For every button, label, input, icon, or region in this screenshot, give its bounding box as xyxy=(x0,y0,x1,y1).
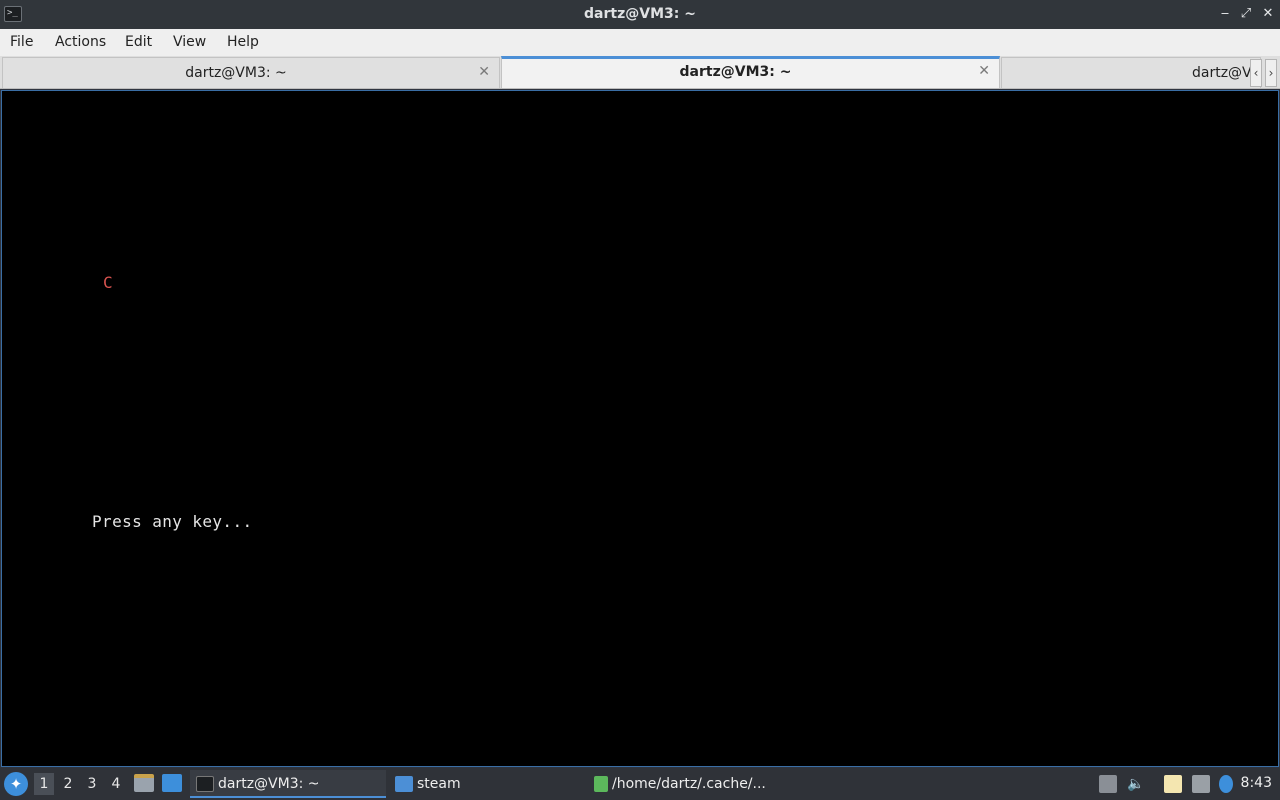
terminal-glyph: C xyxy=(103,273,113,292)
folder-icon xyxy=(395,776,413,792)
workspace-2[interactable]: 2 xyxy=(58,773,78,795)
task-archive[interactable]: /home/dartz/.cache/... xyxy=(588,770,788,798)
clock[interactable]: 8:43 xyxy=(1241,775,1272,791)
tab-scroll-right-button[interactable]: › xyxy=(1265,59,1277,87)
minimize-button[interactable]: ‒ xyxy=(1216,5,1234,23)
show-desktop-icon[interactable] xyxy=(162,774,182,792)
window-title: dartz@VM3: ~ xyxy=(584,6,696,22)
task-terminal[interactable]: dartz@VM3: ~ xyxy=(190,770,386,798)
tab-scroll-left-button[interactable]: ‹ xyxy=(1250,59,1262,87)
workspace-3[interactable]: 3 xyxy=(82,773,102,795)
task-steam[interactable]: steam xyxy=(389,770,585,798)
workspace-4[interactable]: 4 xyxy=(106,773,126,795)
tab-label: dartz@VM3: ~ xyxy=(185,65,287,81)
file-manager-launcher-icon[interactable] xyxy=(134,774,154,792)
menubar: File Actions Edit View Help xyxy=(0,29,1280,56)
menu-help[interactable]: Help xyxy=(227,34,259,50)
tab-close-icon[interactable]: ✕ xyxy=(478,64,490,80)
close-window-button[interactable]: ✕ xyxy=(1259,5,1277,23)
notification-icon[interactable] xyxy=(1219,775,1233,793)
clipboard-icon[interactable] xyxy=(1164,775,1182,793)
task-label: steam xyxy=(417,776,461,792)
archive-icon xyxy=(594,776,608,792)
tab-1[interactable]: dartz@VM3: ~ ✕ xyxy=(2,57,500,88)
tab-label: dartz@VM3: ~ xyxy=(679,64,792,80)
tray-hide-icon[interactable] xyxy=(1099,775,1117,793)
tab-3[interactable]: dartz@V xyxy=(1001,57,1261,88)
maximize-button[interactable]: ⤢ xyxy=(1237,5,1255,23)
start-menu-icon[interactable]: ✦ xyxy=(4,772,28,796)
terminal-icon xyxy=(196,776,214,792)
menu-actions[interactable]: Actions xyxy=(55,34,106,50)
terminal-view[interactable]: C Press any key... xyxy=(1,90,1279,767)
tab-bar: dartz@VM3: ~ ✕ dartz@VM3: ~ ✕ dartz@V xyxy=(0,56,1280,89)
tab-2[interactable]: dartz@VM3: ~ ✕ xyxy=(501,56,1000,88)
task-label: dartz@VM3: ~ xyxy=(218,776,320,792)
menu-file[interactable]: File xyxy=(10,34,33,50)
tab-close-icon[interactable]: ✕ xyxy=(978,63,990,79)
taskbar: ✦ 1 2 3 4 dartz@VM3: ~ steam /home/dartz… xyxy=(0,768,1280,800)
network-icon[interactable] xyxy=(1192,775,1210,793)
window-titlebar[interactable]: >_ dartz@VM3: ~ ‒ ⤢ ✕ xyxy=(0,0,1280,29)
workspace-1[interactable]: 1 xyxy=(34,773,54,795)
tab-label: dartz@V xyxy=(1192,65,1252,81)
menu-edit[interactable]: Edit xyxy=(125,34,152,50)
press-any-key-prompt: Press any key... xyxy=(92,512,253,531)
task-label: /home/dartz/.cache/... xyxy=(612,776,766,792)
menu-view[interactable]: View xyxy=(173,34,206,50)
volume-icon[interactable]: 🔈 xyxy=(1127,775,1145,793)
